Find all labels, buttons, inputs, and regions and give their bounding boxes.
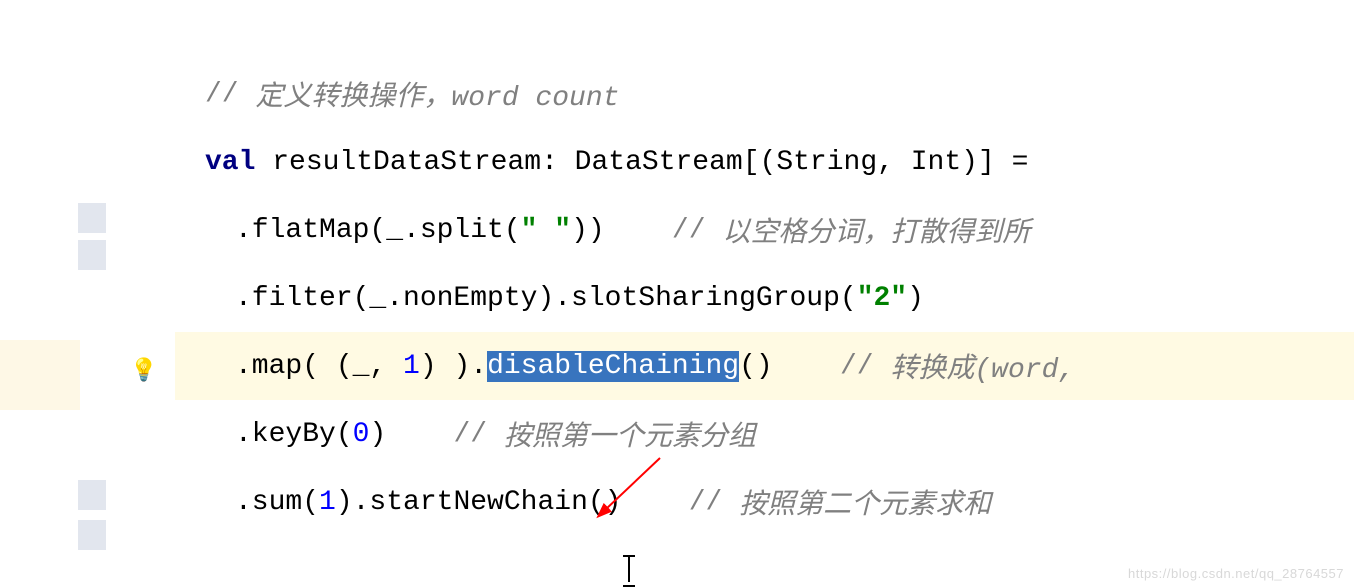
code-text: )): [571, 215, 672, 246]
code-text: resultDataStream: DataStream[(: [255, 147, 776, 178]
code-line: .keyBy(0) // 按照第一个元素分组: [175, 400, 1354, 468]
code-text: .keyBy(: [235, 419, 353, 450]
number-literal: 0: [353, 419, 370, 450]
comment-slashes: //: [840, 351, 890, 382]
comment-text: 以空格分词，打散得到所: [722, 210, 1030, 250]
keyword-val: val: [205, 147, 255, 178]
code-text: .flatMap(_.split(: [235, 215, 521, 246]
string-literal: " ": [521, 215, 571, 246]
code-line: // 定义转换操作，word count: [175, 60, 1354, 128]
gutter-mark: [78, 520, 106, 550]
code-text: ) ).: [420, 351, 487, 382]
type-int: Int: [911, 147, 961, 178]
code-text: .filter(_.nonEmpty).slotSharingGroup(: [235, 283, 857, 314]
comment-text: 定义转换操作，word count: [255, 74, 619, 114]
gutter-highlight-current: [0, 340, 80, 410]
code-line: .filter(_.nonEmpty).slotSharingGroup("2"…: [175, 264, 1354, 332]
editor-gutter: [0, 0, 120, 586]
comment-text: 按照第二个元素求和: [739, 482, 991, 522]
comment-text: 按照第一个元素分组: [504, 414, 756, 454]
comment-slashes: //: [689, 487, 739, 518]
watermark-text: https://blog.csdn.net/qq_28764557: [1128, 566, 1344, 581]
number-literal: 1: [403, 351, 420, 382]
comment-slashes: //: [205, 79, 255, 110]
code-editor[interactable]: // 定义转换操作，word count val resultDataStrea…: [175, 0, 1354, 586]
intention-bulb-icon[interactable]: 💡: [130, 358, 157, 384]
gutter-mark: [78, 203, 106, 233]
number-literal: 1: [319, 487, 336, 518]
code-line-current: .map( (_, 1) ).disableChaining() // 转换成(…: [175, 332, 1354, 400]
code-text: ,: [877, 147, 911, 178]
code-line: .flatMap(_.split(" ")) // 以空格分词，打散得到所: [175, 196, 1354, 264]
code-text: ).startNewChain(): [336, 487, 689, 518]
gutter-mark: [78, 240, 106, 270]
code-text: ): [369, 419, 453, 450]
comment-slashes: //: [672, 215, 722, 246]
type-string: String: [776, 147, 877, 178]
code-text: ): [907, 283, 924, 314]
code-text: )] =: [961, 147, 1045, 178]
comment-text: 转换成(word,: [890, 346, 1075, 386]
code-text: .map( (_,: [235, 351, 403, 382]
code-text: (): [739, 351, 840, 382]
code-text: .sum(: [235, 487, 319, 518]
text-caret-icon: [622, 556, 636, 586]
code-line: [175, 0, 1354, 60]
code-line: .sum(1).startNewChain() // 按照第二个元素求和: [175, 468, 1354, 536]
code-line: val resultDataStream: DataStream[(String…: [175, 128, 1354, 196]
comment-slashes: //: [453, 419, 503, 450]
selected-text[interactable]: disableChaining: [487, 351, 739, 382]
gutter-mark: [78, 480, 106, 510]
string-literal: "2": [857, 283, 907, 314]
